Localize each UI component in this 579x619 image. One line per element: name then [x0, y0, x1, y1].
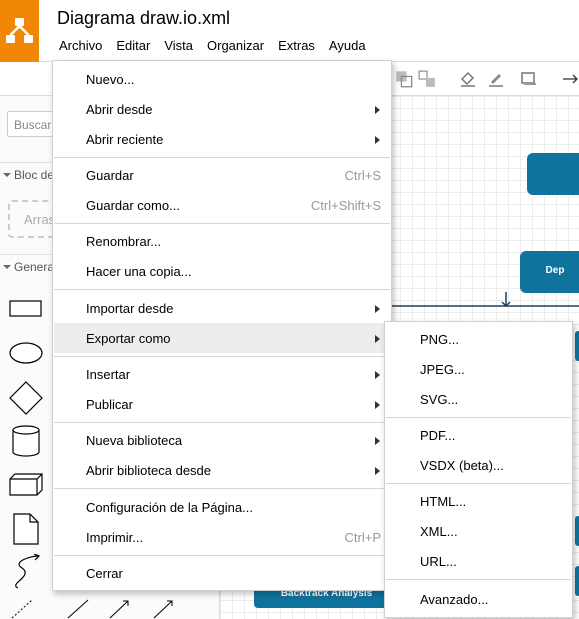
- ellipse-shape-icon[interactable]: [8, 340, 44, 368]
- export-png[interactable]: PNG...: [386, 324, 571, 354]
- export-avanzado[interactable]: Avanzado...: [386, 584, 571, 614]
- cube-shape-icon[interactable]: [8, 472, 44, 498]
- menu-separator: [54, 488, 390, 489]
- export-jpeg[interactable]: JPEG...: [386, 354, 571, 384]
- to-back-icon[interactable]: [395, 70, 413, 88]
- menu-archivo[interactable]: Archivo: [52, 36, 110, 55]
- menu-organizar[interactable]: Organizar: [200, 36, 271, 55]
- menu-separator: [54, 422, 390, 423]
- submenu-arrow-icon: [375, 305, 380, 313]
- menu-item-insertar[interactable]: Insertar: [54, 359, 390, 389]
- menu-separator: [386, 483, 571, 484]
- menu-item-hacer-copia[interactable]: Hacer una copia...: [54, 256, 390, 286]
- menu-item-publicar[interactable]: Publicar: [54, 389, 390, 419]
- menu-item-configuracion-pagina[interactable]: Configuración de la Página...: [54, 492, 390, 522]
- menu-item-nueva-biblioteca[interactable]: Nueva biblioteca: [54, 425, 390, 455]
- diamond-shape-icon[interactable]: [8, 380, 44, 416]
- shortcut-label: Ctrl+P: [344, 530, 381, 545]
- section-general[interactable]: Genera: [0, 254, 60, 278]
- document-title[interactable]: Diagrama draw.io.xml: [57, 8, 230, 29]
- section-scratchpad[interactable]: Bloc de: [0, 162, 60, 186]
- connector-shapes-icon[interactable]: [10, 596, 180, 619]
- submenu-arrow-icon: [375, 136, 380, 144]
- menu-separator: [54, 356, 390, 357]
- scratchpad-dropzone[interactable]: Arras: [8, 200, 58, 238]
- export-submenu: PNG... JPEG... SVG... PDF... VSDX (beta)…: [384, 321, 573, 618]
- rectangle-shape-icon[interactable]: [8, 298, 44, 320]
- submenu-arrow-icon: [375, 437, 380, 445]
- diagram-node[interactable]: [527, 153, 579, 195]
- export-url[interactable]: URL...: [386, 546, 571, 576]
- menu-separator: [386, 417, 571, 418]
- menu-item-abrir-biblioteca[interactable]: Abrir biblioteca desde: [54, 455, 390, 485]
- menu-item-exportar-como[interactable]: Exportar como: [54, 323, 390, 353]
- file-menu: Nuevo... Abrir desde Abrir reciente Guar…: [52, 60, 392, 591]
- line-color-icon[interactable]: [487, 70, 505, 88]
- menu-vista[interactable]: Vista: [157, 36, 200, 55]
- menubar: Archivo Editar Vista Organizar Extras Ayuda: [52, 36, 373, 56]
- shortcut-label: Ctrl+S: [344, 168, 381, 183]
- menu-separator: [386, 579, 571, 580]
- export-xml[interactable]: XML...: [386, 516, 571, 546]
- ungroup-icon[interactable]: [418, 70, 436, 88]
- menu-editar[interactable]: Editar: [109, 36, 157, 55]
- drawio-logo[interactable]: [0, 0, 39, 62]
- curve-shape-icon[interactable]: [8, 554, 44, 592]
- submenu-arrow-icon: [375, 467, 380, 475]
- shortcut-label: Ctrl+Shift+S: [310, 198, 381, 213]
- export-vsdx[interactable]: VSDX (beta)...: [386, 450, 571, 480]
- connection-arrow-icon[interactable]: [561, 70, 579, 88]
- menu-item-nuevo[interactable]: Nuevo...: [54, 64, 390, 94]
- diagram-logo-icon: [6, 18, 33, 43]
- fill-color-icon[interactable]: [459, 70, 477, 88]
- menu-extras[interactable]: Extras: [271, 36, 322, 55]
- menu-separator: [54, 157, 390, 158]
- menu-item-guardar[interactable]: Guardar Ctrl+S: [54, 160, 390, 190]
- app-header: Diagrama draw.io.xml Archivo Editar Vista O…: [0, 0, 579, 62]
- submenu-arrow-icon: [375, 371, 380, 379]
- connector-line[interactable]: [380, 292, 579, 322]
- menu-item-abrir-desde[interactable]: Abrir desde: [54, 94, 390, 124]
- document-shape-icon[interactable]: [12, 512, 40, 546]
- cylinder-shape-icon[interactable]: [10, 424, 42, 458]
- diagram-node-dep[interactable]: Dep: [520, 251, 579, 293]
- submenu-arrow-icon: [375, 335, 380, 343]
- menu-item-abrir-reciente[interactable]: Abrir reciente: [54, 124, 390, 154]
- search-placeholder: Buscar: [14, 118, 52, 132]
- diagram-node-edge[interactable]: [575, 566, 579, 596]
- export-html[interactable]: HTML...: [386, 486, 571, 516]
- menu-item-cerrar[interactable]: Cerrar: [54, 558, 390, 588]
- menu-item-guardar-como[interactable]: Guardar como... Ctrl+Shift+S: [54, 190, 390, 220]
- diagram-node-edge[interactable]: [575, 516, 579, 546]
- menu-separator: [54, 289, 390, 290]
- menu-ayuda[interactable]: Ayuda: [322, 36, 373, 55]
- menu-item-importar-desde[interactable]: Importar desde: [54, 293, 390, 323]
- export-svg[interactable]: SVG...: [386, 384, 571, 414]
- menu-separator: [54, 555, 390, 556]
- menu-item-imprimir[interactable]: Imprimir... Ctrl+P: [54, 522, 390, 552]
- shadow-icon[interactable]: [520, 70, 538, 88]
- export-pdf[interactable]: PDF...: [386, 420, 571, 450]
- submenu-arrow-icon: [375, 401, 380, 409]
- scratchpad-hint: Arras: [24, 212, 56, 227]
- submenu-arrow-icon: [375, 106, 380, 114]
- menu-item-renombrar[interactable]: Renombrar...: [54, 226, 390, 256]
- diagram-node-edge[interactable]: [575, 331, 579, 361]
- menu-separator: [54, 223, 390, 224]
